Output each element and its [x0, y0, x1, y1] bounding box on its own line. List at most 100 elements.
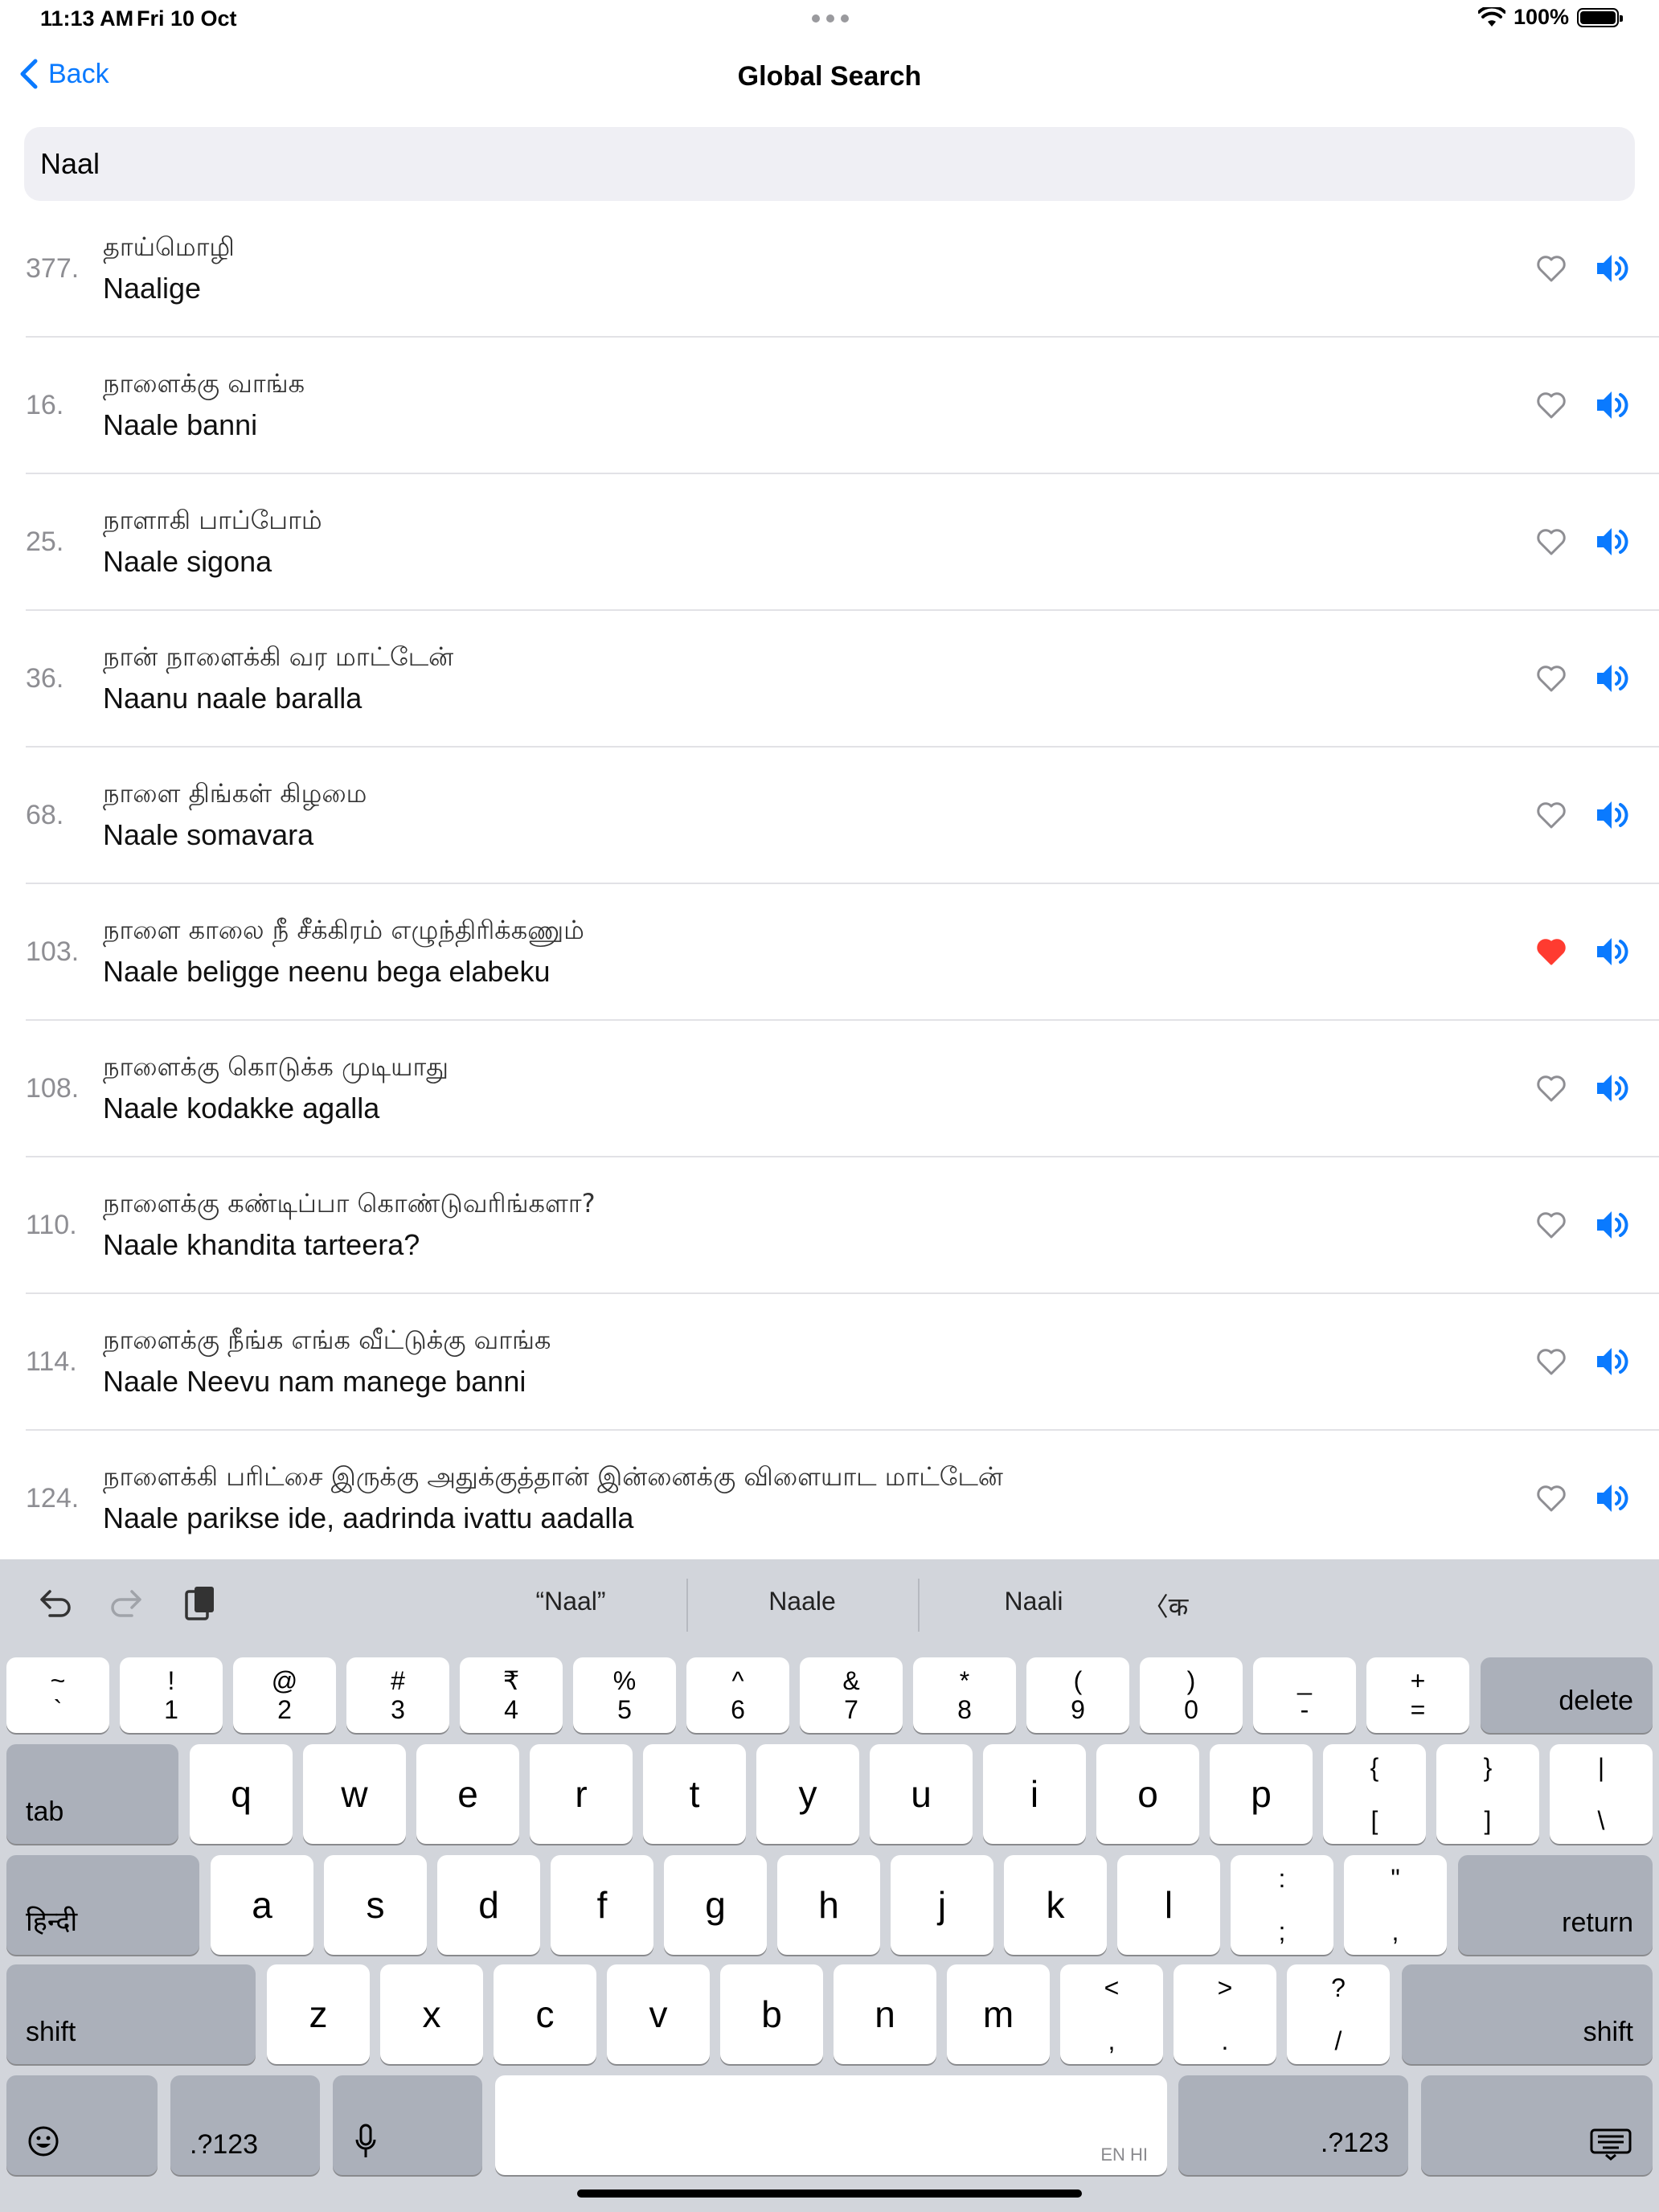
search-input[interactable]	[40, 147, 1619, 181]
key-punct-2[interactable]: ? /	[1287, 1964, 1390, 2064]
key-7[interactable]: & 7	[800, 1657, 903, 1733]
speaker-icon[interactable]	[1595, 251, 1632, 286]
heart-icon[interactable]	[1535, 1482, 1567, 1514]
heart-icon[interactable]	[1535, 1346, 1567, 1378]
numbers-key-left[interactable]: .?123	[170, 2075, 320, 2175]
key-h[interactable]: h	[777, 1855, 880, 1955]
multitasking-dots-icon[interactable]	[812, 14, 849, 23]
suggestion-3[interactable]: Naali	[921, 1587, 1146, 1616]
key-n[interactable]: n	[834, 1964, 936, 2064]
list-item[interactable]: 114. நாளைக்கு நீங்க எங்க வீட்டுக்கு வாங்…	[0, 1294, 1659, 1431]
key-][interactable]: }]	[1436, 1744, 1539, 1844]
redo-icon[interactable]	[106, 1583, 148, 1625]
key-u[interactable]: u	[870, 1744, 973, 1844]
key-1[interactable]: ! 1	[120, 1657, 223, 1733]
key-f[interactable]: f	[551, 1855, 653, 1955]
key-quote-0[interactable]: :;	[1231, 1855, 1333, 1955]
speaker-icon[interactable]	[1595, 661, 1632, 696]
key-5[interactable]: % 5	[573, 1657, 676, 1733]
list-item[interactable]: 124. நாளைக்கி பரிட்சை இருக்கு அதுக்குத்த…	[0, 1431, 1659, 1559]
key-s[interactable]: s	[324, 1855, 427, 1955]
dismiss-keyboard-key[interactable]	[1421, 2075, 1653, 2175]
list-item[interactable]: 16. நாளைக்கு வாங்க Naale banni	[0, 338, 1659, 474]
key-m[interactable]: m	[947, 1964, 1050, 2064]
speaker-icon[interactable]	[1595, 524, 1632, 559]
heart-icon[interactable]	[1535, 1209, 1567, 1241]
key-w[interactable]: w	[303, 1744, 406, 1844]
key-y[interactable]: y	[756, 1744, 859, 1844]
key--[interactable]: _ -	[1253, 1657, 1356, 1733]
key-3[interactable]: #3	[346, 1657, 449, 1733]
key-punct-1[interactable]: >.	[1174, 1964, 1276, 2064]
key-=[interactable]: + =	[1366, 1657, 1469, 1733]
list-item[interactable]: 377. தாய்மொழி Naalige	[0, 201, 1659, 338]
key-j[interactable]: j	[891, 1855, 993, 1955]
tab-key[interactable]: tab	[6, 1744, 178, 1844]
home-indicator[interactable]	[577, 2189, 1082, 2198]
list-item[interactable]: 36. நான் நாளைக்கி வர மாட்டேன் Naanu naal…	[0, 611, 1659, 748]
shift-key-left[interactable]: shift	[6, 1964, 256, 2064]
key-e[interactable]: e	[416, 1744, 519, 1844]
key-b[interactable]: b	[720, 1964, 823, 2064]
speaker-icon[interactable]	[1595, 387, 1632, 423]
key-i[interactable]: i	[983, 1744, 1086, 1844]
key-l[interactable]: l	[1117, 1855, 1220, 1955]
return-key[interactable]: return	[1458, 1855, 1653, 1955]
undo-icon[interactable]	[34, 1583, 76, 1625]
key-p[interactable]: p	[1210, 1744, 1313, 1844]
heart-icon[interactable]	[1535, 252, 1567, 285]
search-field[interactable]	[24, 127, 1635, 201]
key-4[interactable]: ₹4	[460, 1657, 563, 1733]
list-item[interactable]: 68. நாளை திங்கள் கிழமை Naale somavara	[0, 748, 1659, 884]
list-item[interactable]: 25. நாளாகி பாப்போம் Naale sigona	[0, 474, 1659, 611]
key-g[interactable]: g	[664, 1855, 767, 1955]
key-punct-0[interactable]: <,	[1060, 1964, 1163, 2064]
language-key[interactable]: हिन्दी	[6, 1855, 199, 1955]
speaker-icon[interactable]	[1595, 1481, 1632, 1516]
numbers-key-right[interactable]: .?123	[1178, 2075, 1408, 2175]
key-\[interactable]: | \	[1550, 1744, 1653, 1844]
key-o[interactable]: o	[1096, 1744, 1199, 1844]
paste-icon[interactable]	[178, 1583, 220, 1625]
suggestion-2[interactable]: Naale	[690, 1587, 915, 1616]
speaker-icon[interactable]	[1595, 934, 1632, 969]
dictation-key[interactable]	[333, 2075, 482, 2175]
delete-key[interactable]: delete	[1481, 1657, 1653, 1733]
heart-icon[interactable]	[1535, 799, 1567, 831]
key-v[interactable]: v	[607, 1964, 710, 2064]
shift-key-right[interactable]: shift	[1402, 1964, 1653, 2064]
heart-icon[interactable]	[1535, 526, 1567, 558]
speaker-icon[interactable]	[1595, 797, 1632, 833]
key-2[interactable]: @2	[233, 1657, 336, 1733]
speaker-icon[interactable]	[1595, 1344, 1632, 1379]
key-quote-1[interactable]: ",	[1344, 1855, 1447, 1955]
speaker-icon[interactable]	[1595, 1071, 1632, 1106]
list-item[interactable]: 110. நாளைக்கு கண்டிப்பா கொண்டுவரிங்களா? …	[0, 1157, 1659, 1294]
heart-icon[interactable]	[1535, 389, 1567, 421]
key-r[interactable]: r	[530, 1744, 633, 1844]
key-9[interactable]: (9	[1026, 1657, 1129, 1733]
key-k[interactable]: k	[1004, 1855, 1107, 1955]
key-t[interactable]: t	[643, 1744, 746, 1844]
speaker-icon[interactable]	[1595, 1207, 1632, 1243]
heart-icon[interactable]	[1535, 662, 1567, 694]
list-item[interactable]: 108. நாளைக்கு கொடுக்க முடியாது Naale kod…	[0, 1021, 1659, 1157]
key-a[interactable]: a	[211, 1855, 313, 1955]
heart-icon[interactable]	[1535, 1072, 1567, 1104]
key-d[interactable]: d	[437, 1855, 540, 1955]
key-c[interactable]: c	[494, 1964, 596, 2064]
key-z[interactable]: z	[267, 1964, 370, 2064]
space-key[interactable]: EN HI	[495, 2075, 1167, 2175]
key-6[interactable]: ^ 6	[686, 1657, 789, 1733]
key-[[interactable]: {[	[1323, 1744, 1426, 1844]
key-x[interactable]: x	[380, 1964, 483, 2064]
heart-filled-icon[interactable]	[1535, 936, 1567, 968]
suggestion-1[interactable]: “Naal”	[458, 1587, 683, 1616]
key-8[interactable]: * 8	[913, 1657, 1016, 1733]
key-q[interactable]: q	[190, 1744, 293, 1844]
list-item[interactable]: 103. நாளை காலை நீ சீக்கிரம் எழுந்திரிக்க…	[0, 884, 1659, 1021]
emoji-key[interactable]	[6, 2075, 158, 2175]
suggestion-extra[interactable]: 〈क	[1117, 1587, 1214, 1624]
key-`[interactable]: ~ `	[6, 1657, 109, 1733]
key-0[interactable]: ) 0	[1140, 1657, 1243, 1733]
